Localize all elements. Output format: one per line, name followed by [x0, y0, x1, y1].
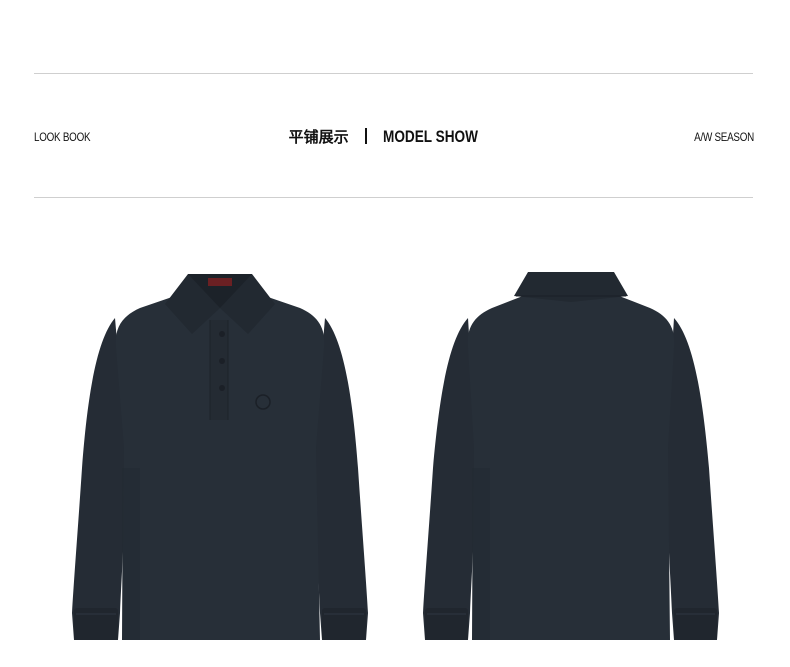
- bottom-divider: [34, 197, 753, 198]
- section-title-cn: 平铺展示: [288, 128, 349, 146]
- polo-shirt-back-image: [423, 272, 719, 640]
- section-title-en: MODEL SHOW: [382, 127, 478, 146]
- section-title: 平铺展示 MODEL SHOW: [0, 126, 790, 147]
- title-separator: [364, 128, 367, 144]
- top-divider: [34, 73, 753, 74]
- polo-shirt-front-image: [72, 274, 368, 640]
- season-label: A/W SEASON: [694, 130, 754, 144]
